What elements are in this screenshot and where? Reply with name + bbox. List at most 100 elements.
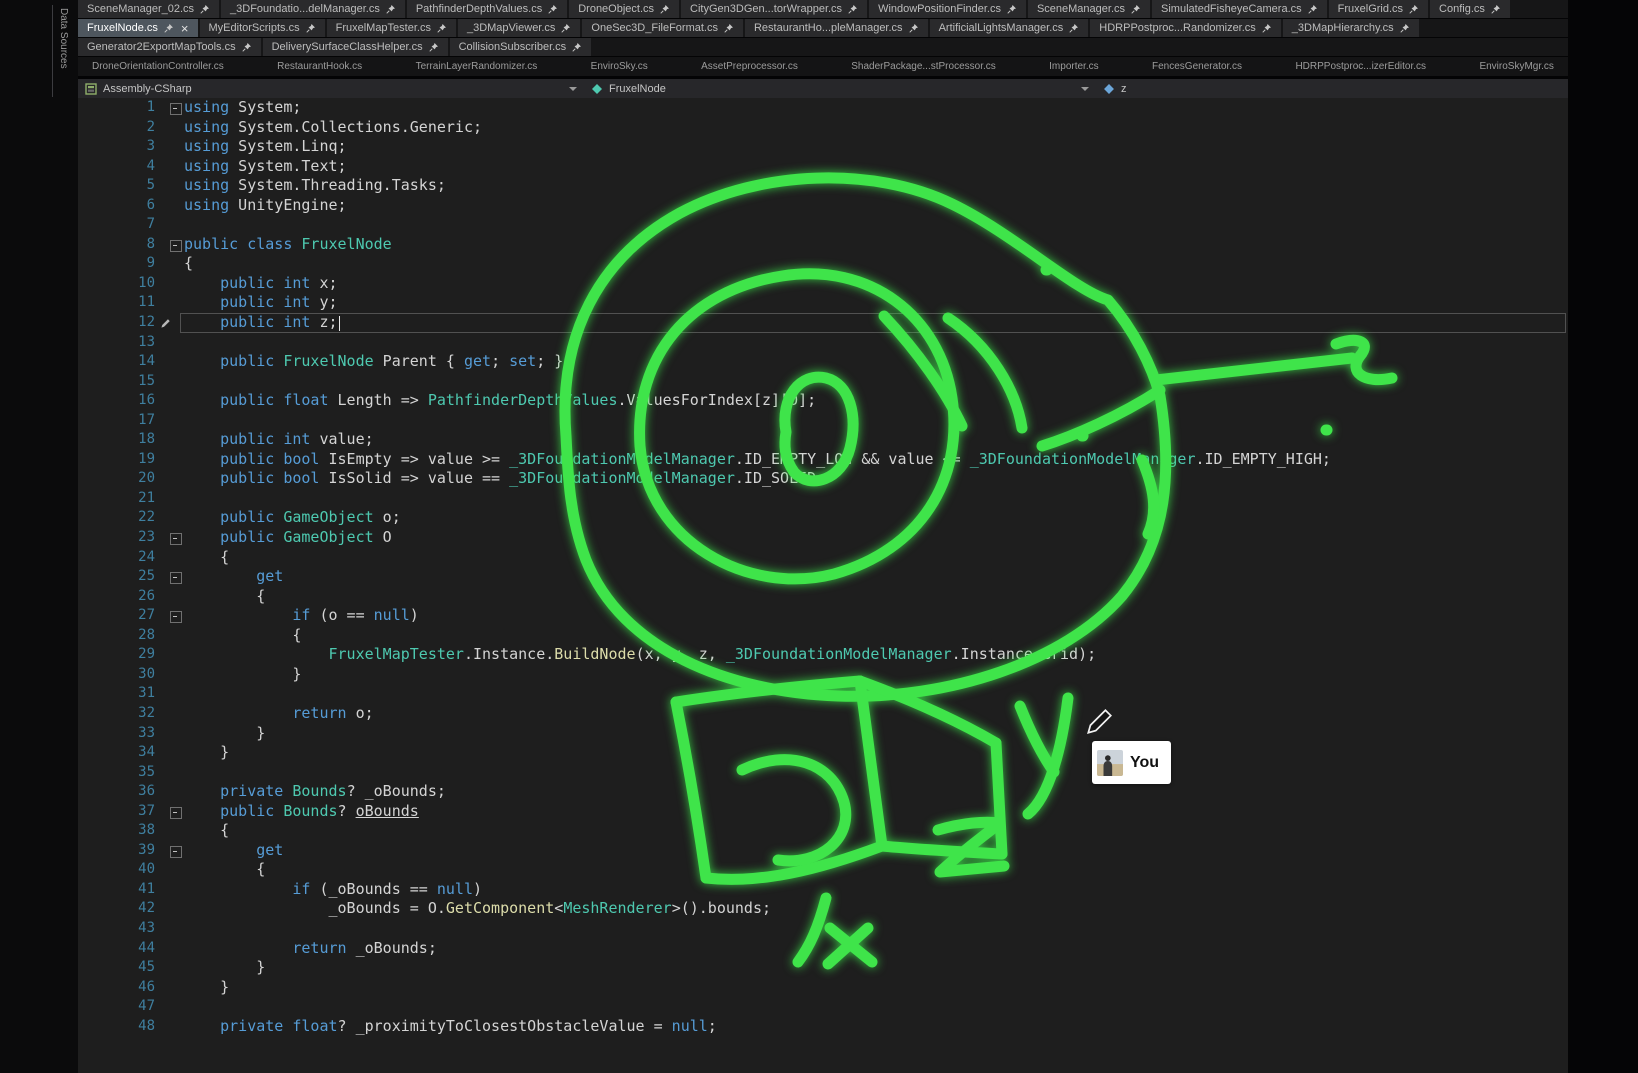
pin-icon[interactable] xyxy=(241,42,252,53)
file-tab[interactable]: FruxelMapTester.cs xyxy=(327,19,456,37)
line-number: 11 xyxy=(78,293,155,313)
file-tab[interactable]: OneSec3D_FileFormat.cs xyxy=(582,19,743,37)
line-number: 37 xyxy=(78,802,155,822)
file-tab[interactable]: RestaurantHo...pleManager.cs xyxy=(745,19,928,37)
line-number: 48 xyxy=(78,1017,155,1037)
file-tab[interactable]: Generator2ExportMapTools.cs xyxy=(78,38,261,56)
field-icon xyxy=(1103,83,1115,95)
pin-icon[interactable] xyxy=(199,4,210,15)
text-caret xyxy=(339,316,341,331)
pin-icon[interactable] xyxy=(305,23,316,34)
close-icon[interactable]: × xyxy=(181,23,189,34)
pin-icon[interactable] xyxy=(659,4,670,15)
file-tab[interactable]: HDRPPostproc...Randomizer.cs xyxy=(1090,19,1281,37)
file-tab[interactable]: DeliverySurfaceClassHelper.cs xyxy=(263,38,448,56)
file-tab[interactable]: Config.cs xyxy=(1430,0,1510,18)
file-tab[interactable]: EnviroSkyMgr.cs xyxy=(1471,57,1561,76)
pin-icon[interactable] xyxy=(560,23,571,34)
vs-window: Data Sources SceneManager_02.cs_3DFounda… xyxy=(0,0,1638,1073)
fold-toggle[interactable] xyxy=(170,846,182,858)
code-line: 22 public GameObject o; xyxy=(78,508,1568,528)
line-number: 41 xyxy=(78,880,155,900)
file-tab[interactable]: RestaurantHook.cs xyxy=(269,57,370,76)
file-tab[interactable]: DroneOrientationController.cs xyxy=(84,57,232,76)
pin-icon[interactable] xyxy=(1307,4,1318,15)
file-tab[interactable]: CityGen3DGen...torWrapper.cs xyxy=(681,0,867,18)
file-tab[interactable]: HDRPPostproc...izerEditor.cs xyxy=(1287,57,1434,76)
file-tab[interactable]: PathfinderDepthValues.cs xyxy=(407,0,567,18)
fold-toggle[interactable] xyxy=(170,807,182,819)
code-line: 2using System.Collections.Generic; xyxy=(78,118,1568,138)
line-number: 7 xyxy=(78,215,155,235)
breadcrumb-type-dropdown[interactable]: FruxelNode xyxy=(584,79,1096,98)
line-number: 32 xyxy=(78,704,155,724)
code-line: 23 public GameObject O xyxy=(78,528,1568,548)
fold-toggle[interactable] xyxy=(170,611,182,623)
file-tab[interactable]: FruxelNode.cs× xyxy=(78,19,198,37)
pin-icon[interactable] xyxy=(571,42,582,53)
file-tab[interactable]: SceneManager_02.cs xyxy=(78,0,219,18)
tool-tab-data-sources[interactable]: Data Sources xyxy=(52,5,74,97)
pin-icon[interactable] xyxy=(163,23,174,34)
file-tab[interactable]: AssetPreprocessor.cs xyxy=(693,57,806,76)
file-tab[interactable]: TerrainLayerRandomizer.cs xyxy=(408,57,546,76)
file-tab[interactable]: ArtificialLightsManager.cs xyxy=(930,19,1089,37)
breadcrumb-project-dropdown[interactable]: Assembly-CSharp xyxy=(78,79,584,98)
file-tab[interactable]: _3DMapHierarchy.cs xyxy=(1283,19,1419,37)
code-text: using System.Threading.Tasks; xyxy=(184,176,446,196)
line-number: 17 xyxy=(78,411,155,431)
file-tab[interactable]: WindowPositionFinder.cs xyxy=(869,0,1026,18)
file-tab-label: HDRPPostproc...izerEditor.cs xyxy=(1295,61,1426,72)
pin-icon[interactable] xyxy=(847,4,858,15)
code-line: 21 xyxy=(78,489,1568,509)
code-line: 45 } xyxy=(78,958,1568,978)
line-number: 34 xyxy=(78,743,155,763)
file-tab[interactable]: FencesGenerator.cs xyxy=(1144,57,1250,76)
line-number: 26 xyxy=(78,587,155,607)
line-number: 1 xyxy=(78,98,155,118)
file-tab[interactable]: Importer.cs xyxy=(1041,57,1106,76)
line-number: 12 xyxy=(78,313,155,333)
pin-icon[interactable] xyxy=(1068,23,1079,34)
file-tab-label: DeliverySurfaceClassHelper.cs xyxy=(272,41,423,53)
file-tab-label: MyEditorScripts.cs xyxy=(209,22,300,34)
file-tab[interactable]: MyEditorScripts.cs xyxy=(200,19,325,37)
file-tab[interactable]: CollisionSubscriber.cs xyxy=(450,38,592,56)
fold-toggle[interactable] xyxy=(170,103,182,115)
code-line: 11 public int y; xyxy=(78,293,1568,313)
breadcrumb-member-dropdown[interactable]: z xyxy=(1096,79,1134,98)
code-editor[interactable]: 1using System;2using System.Collections.… xyxy=(78,98,1568,1073)
annotator-name: You xyxy=(1130,754,1159,772)
file-tab[interactable]: ShaderPackage...stProcessor.cs xyxy=(843,57,1004,76)
code-text: using System.Linq; xyxy=(184,137,347,157)
pin-icon[interactable] xyxy=(385,4,396,15)
fold-toggle[interactable] xyxy=(170,240,182,252)
code-line: 36 private Bounds? _oBounds; xyxy=(78,782,1568,802)
pin-icon[interactable] xyxy=(1261,23,1272,34)
pin-icon[interactable] xyxy=(436,23,447,34)
file-tab[interactable]: SimulatedFisheyeCamera.cs xyxy=(1152,0,1327,18)
pin-icon[interactable] xyxy=(1408,4,1419,15)
pin-icon[interactable] xyxy=(1490,4,1501,15)
pin-icon[interactable] xyxy=(1006,4,1017,15)
code-text: { xyxy=(184,548,229,568)
pin-icon[interactable] xyxy=(1399,23,1410,34)
fold-toggle[interactable] xyxy=(170,572,182,584)
file-tab[interactable]: _3DFoundatio...delManager.cs xyxy=(221,0,405,18)
line-number: 10 xyxy=(78,274,155,294)
chevron-down-icon xyxy=(1081,87,1089,91)
code-text: public GameObject O xyxy=(184,528,392,548)
file-tab[interactable]: SceneManager.cs xyxy=(1028,0,1150,18)
pin-icon[interactable] xyxy=(1130,4,1141,15)
pin-icon[interactable] xyxy=(908,23,919,34)
fold-toggle[interactable] xyxy=(170,533,182,545)
pin-icon[interactable] xyxy=(547,4,558,15)
file-tab[interactable]: DroneObject.cs xyxy=(569,0,679,18)
line-number: 28 xyxy=(78,626,155,646)
pin-icon[interactable] xyxy=(723,23,734,34)
file-tab[interactable]: _3DMapViewer.cs xyxy=(458,19,580,37)
pin-icon[interactable] xyxy=(428,42,439,53)
file-tab[interactable]: FruxelGrid.cs xyxy=(1329,0,1428,18)
file-tab[interactable]: EnviroSky.cs xyxy=(583,57,656,76)
right-rail xyxy=(1568,0,1638,1073)
